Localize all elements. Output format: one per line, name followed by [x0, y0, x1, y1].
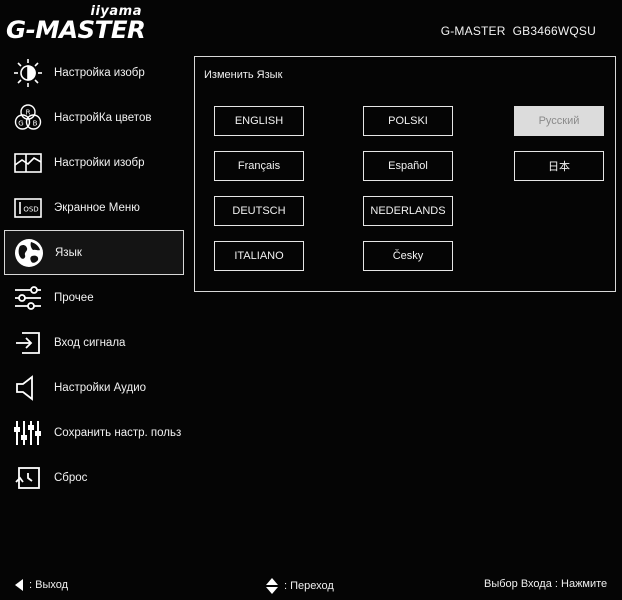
menu-item-image-settings[interactable]: Настройки изобр [4, 140, 184, 185]
language-option-espanol[interactable]: Español [363, 151, 453, 181]
menu-item-label: Язык [55, 246, 82, 259]
product-line-name: G-MASTER [6, 16, 146, 44]
footer-navigate-label: : Переход [284, 580, 334, 592]
language-option-cesky[interactable]: Česky [363, 241, 453, 271]
svg-text:G: G [18, 119, 23, 127]
menu-item-label: Настройки изобр [54, 156, 145, 169]
triangle-left-icon [15, 579, 23, 591]
input-icon [10, 325, 46, 361]
model-number: GB3466WQSU [512, 24, 596, 38]
menu-item-picture-adjust[interactable]: Настройка изобр [4, 50, 184, 95]
reset-icon [10, 460, 46, 496]
footer-hints: : Выход : Переход Выбор Входа : Нажмите [0, 574, 622, 598]
menu-item-input-signal[interactable]: Вход сигнала [4, 320, 184, 365]
footer-input-hint: Выбор Входа : Нажмите [484, 578, 607, 590]
menu-item-language[interactable]: Язык [4, 230, 184, 275]
menu-item-label: Настройка изобр [54, 66, 145, 79]
language-option-polski[interactable]: POLSKI [363, 106, 453, 136]
model-series: G-MASTER [440, 24, 506, 38]
osd-icon-text: OSD [23, 205, 38, 213]
footer-exit-label: : Выход [29, 579, 69, 591]
menu-item-label: Экранное Меню [54, 201, 140, 214]
language-option-russian[interactable]: Русский [514, 106, 604, 136]
language-option-japanese[interactable]: 日本 [514, 151, 604, 181]
footer-input-label: Выбор Входа : Нажмите [484, 578, 608, 590]
menu-item-label: Вход сигнала [54, 336, 126, 349]
menu-item-label: Прочее [54, 291, 94, 304]
brightness-icon [10, 55, 46, 91]
menu-item-misc[interactable]: Прочее [4, 275, 184, 320]
menu-item-label: Сброс [54, 471, 88, 484]
language-panel: Изменить Язык ENGLISH POLSKI Русский Fra… [194, 56, 616, 292]
menu-item-save-user-settings[interactable]: Сохранить настр. польз [4, 410, 184, 455]
svg-text:B: B [33, 119, 38, 127]
language-option-italiano[interactable]: ITALIANO [214, 241, 304, 271]
language-option-nederlands[interactable]: NEDERLANDS [363, 196, 453, 226]
menu-item-label: НастройКа цветов [54, 111, 152, 124]
menu-item-color-settings[interactable]: R G B НастройКа цветов [4, 95, 184, 140]
language-option-deutsch[interactable]: DEUTSCH [214, 196, 304, 226]
menu-item-reset[interactable]: Сброс [4, 455, 184, 500]
footer-exit-hint: : Выход [14, 578, 68, 592]
svg-text:R: R [26, 108, 31, 116]
iiyama-logo: iiyama G-MASTER [6, 4, 146, 46]
language-option-francais[interactable]: Français [214, 151, 304, 181]
equalizer-icon [10, 415, 46, 451]
up-down-triangle-icon [266, 578, 278, 594]
menu-item-audio-settings[interactable]: Настройки Аудио [4, 365, 184, 410]
model-label: G-MASTER GB3466WQSU [441, 24, 596, 38]
osd-main-menu: Настройка изобр R G B НастройКа цветов Н… [4, 50, 184, 500]
picture-icon [10, 145, 46, 181]
menu-item-label: Сохранить настр. польз [54, 426, 182, 439]
language-option-english[interactable]: ENGLISH [214, 106, 304, 136]
globe-icon [11, 235, 47, 271]
osd-icon: OSD [10, 190, 46, 226]
speaker-icon [10, 370, 46, 406]
menu-item-label: Настройки Аудио [54, 381, 147, 394]
panel-title: Изменить Язык [204, 69, 283, 81]
menu-item-osd-menu[interactable]: OSD Экранное Меню [4, 185, 184, 230]
footer-navigate-hint: : Переход [265, 578, 334, 594]
rgb-icon: R G B [10, 100, 46, 136]
sliders-icon [10, 280, 46, 316]
